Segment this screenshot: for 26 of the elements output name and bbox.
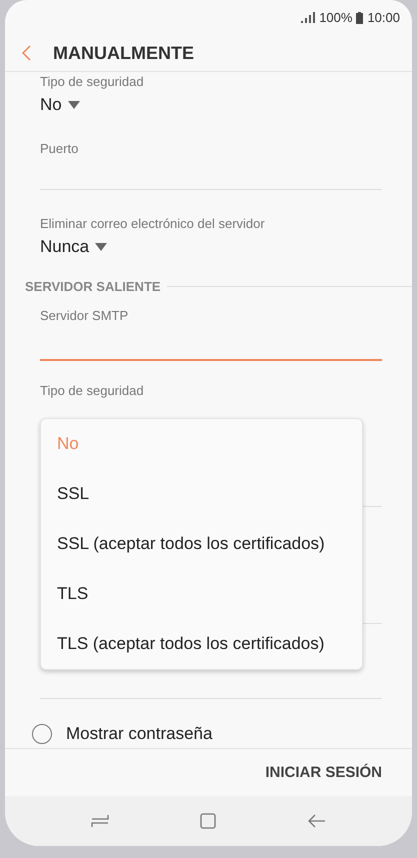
menu-item[interactable]: TLS [41,569,362,619]
home-icon[interactable] [200,813,216,829]
battery-percentage: 100% [319,10,352,25]
back-arrow-icon[interactable] [308,814,326,828]
field-label: Eliminar correo electrónico del servidor [40,216,266,231]
dropdown-caret-icon [68,101,80,109]
field-label: Tipo de seguridad [40,383,145,398]
radio-label: Mostrar contraseña [66,724,212,744]
field-label: Tipo de seguridad [40,74,145,89]
section-title: SERVIDOR SALIENTE [25,279,161,294]
field-label: Puerto [40,141,80,156]
back-icon[interactable] [21,45,31,61]
delete-dropdown[interactable]: Nunca [40,237,382,257]
security-dropdown[interactable]: No [40,95,382,115]
radio-button[interactable] [32,724,52,744]
menu-item[interactable]: SSL [41,469,362,519]
signal-icon [301,12,316,23]
battery-icon [356,12,364,24]
clock-time: 10:00 [367,10,400,25]
dropdown-caret-icon [95,243,108,251]
menu-item[interactable]: TLS (aceptar todos los certificados) [41,619,362,669]
menu-item[interactable]: SSL (aceptar todos los certificados) [41,519,362,569]
recent-apps-icon[interactable] [90,814,109,828]
sign-in-button[interactable]: INICIAR SESIÓN [265,764,382,781]
field-label: Servidor SMTP [40,308,130,323]
page-title: MANUALMENTE [53,42,194,64]
